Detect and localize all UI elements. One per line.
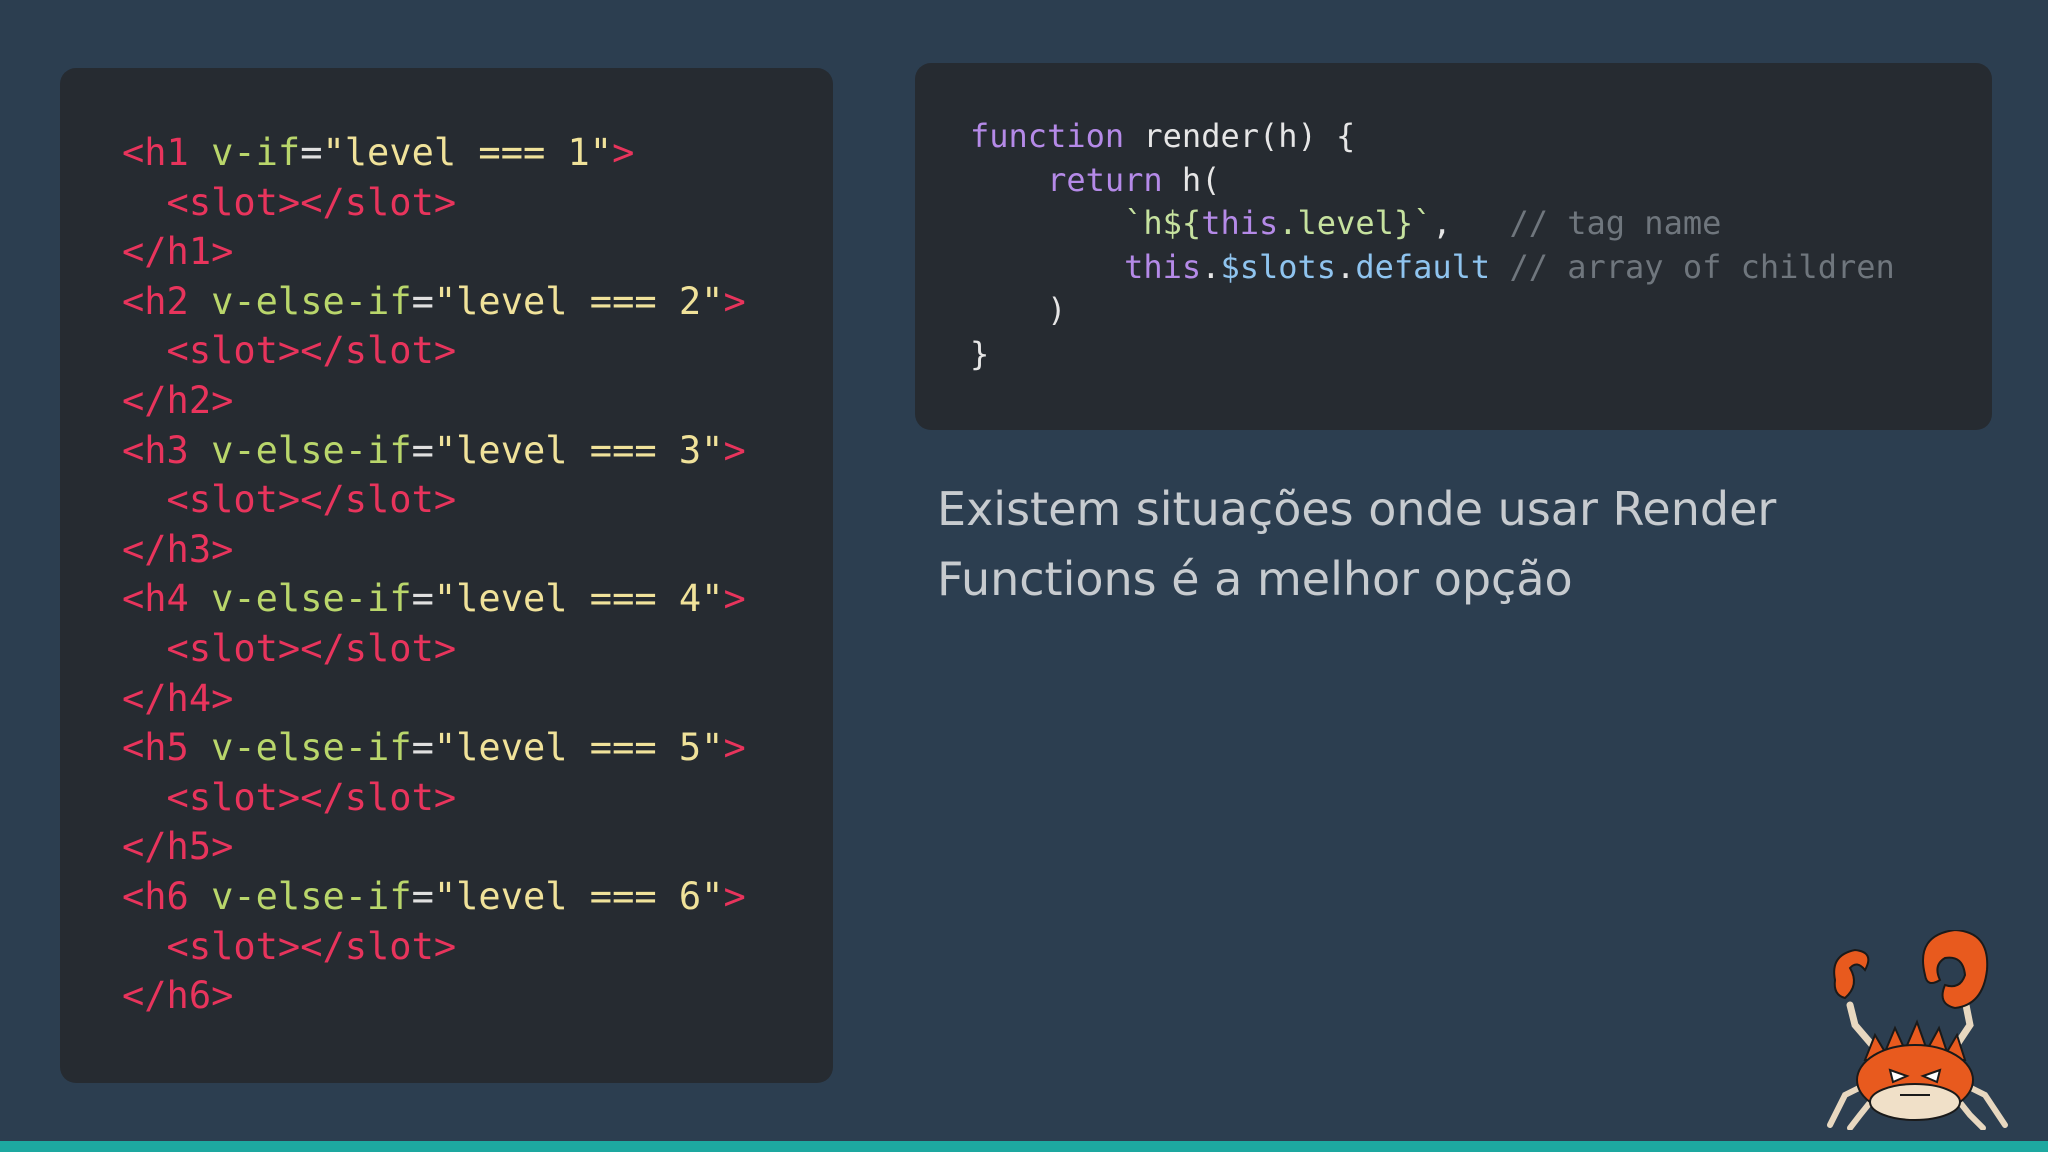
bottom-accent-bar	[0, 1141, 2048, 1152]
code-token: <slot></slot>	[122, 924, 457, 968]
code-line: </h2>	[122, 376, 746, 426]
code-token: <slot></slot>	[122, 775, 457, 819]
code-token: v-else-if	[211, 577, 412, 621]
description-line-1: Existem situações onde usar Render	[937, 482, 1777, 536]
code-token: </h3>	[122, 527, 234, 571]
code-line: <h4 v-else-if="level === 4">	[122, 574, 746, 624]
code-token: =	[411, 726, 434, 770]
code-token: <h3	[122, 428, 212, 472]
code-token: $slots	[1220, 247, 1337, 286]
code-token: </h4>	[122, 676, 234, 720]
code-line: </h5>	[122, 822, 746, 872]
code-token: v-else-if	[211, 726, 412, 770]
code-token: <h5	[122, 726, 212, 770]
code-token: // tag name	[1509, 204, 1722, 242]
render-function-code-panel: function render(h) { return h( `h${this.…	[915, 63, 1992, 430]
code-token: v-else-if	[211, 279, 412, 323]
code-token: v-if	[211, 131, 301, 174]
code-token: <slot></slot>	[122, 180, 457, 224]
code-line: <h6 v-else-if="level === 6">	[122, 872, 746, 922]
code-token: >	[723, 874, 746, 918]
code-token: >	[723, 726, 746, 770]
code-token: <slot></slot>	[122, 329, 457, 373]
code-line: </h4>	[122, 674, 746, 724]
code-line: <slot></slot>	[122, 178, 746, 228]
code-token: function	[970, 117, 1125, 155]
template-code-block: <h1 v-if="level === 1"> <slot></slot> </h…	[122, 128, 746, 1021]
code-line: `h${this.level}`, // tag name	[970, 202, 1895, 246]
code-token: "level === 6"	[433, 874, 724, 918]
code-line: )	[970, 289, 1895, 333]
code-line: <slot></slot>	[122, 773, 746, 823]
code-token: v-else-if	[211, 428, 412, 472]
code-token: <h6	[122, 874, 212, 918]
code-line: return h(	[970, 159, 1895, 203]
code-token: // array of children	[1509, 247, 1895, 286]
code-token: "level === 3"	[433, 428, 724, 472]
code-token: >	[723, 428, 746, 472]
code-token: <h1	[122, 131, 212, 174]
slide-description: Existem situações onde usar Render Funct…	[937, 474, 1887, 614]
code-token: h(	[1162, 160, 1221, 199]
code-token: ,	[1432, 204, 1510, 242]
code-token: this	[1124, 247, 1202, 286]
code-line: </h1>	[122, 227, 746, 277]
code-token: <h2	[122, 279, 212, 323]
code-line: <h5 v-else-if="level === 5">	[122, 723, 746, 773]
template-code-panel: <h1 v-if="level === 1"> <slot></slot> </h…	[60, 68, 833, 1083]
code-token: =	[411, 428, 434, 472]
code-line: this.$slots.default // array of children	[970, 246, 1895, 290]
code-token: .	[1201, 247, 1221, 286]
code-token: v-else-if	[211, 874, 412, 918]
code-token: =	[411, 279, 434, 323]
description-line-2: Functions é a melhor opção	[937, 552, 1573, 606]
code-token: return	[970, 160, 1163, 199]
code-token: <h4	[122, 577, 212, 621]
code-token: "level === 5"	[433, 726, 724, 770]
code-token: >	[612, 131, 635, 174]
code-token: </h1>	[122, 230, 234, 274]
code-line: <slot></slot>	[122, 326, 746, 376]
code-token: }`	[1393, 204, 1433, 242]
code-token: =	[300, 131, 323, 174]
crab-mascot-icon	[1827, 930, 2008, 1130]
code-line: function render(h) {	[970, 115, 1895, 159]
code-line: <h2 v-else-if="level === 2">	[122, 277, 746, 327]
code-token: .	[1336, 247, 1356, 286]
code-token: render(h) {	[1124, 117, 1356, 155]
code-token: default	[1355, 247, 1491, 286]
code-token: this	[1201, 204, 1279, 242]
code-token: "level === 1"	[322, 131, 613, 174]
code-token: )	[970, 291, 1067, 329]
code-line: <h1 v-if="level === 1">	[122, 128, 746, 178]
code-line: <slot></slot>	[122, 922, 746, 972]
code-line: </h3>	[122, 525, 746, 575]
code-token: </h5>	[122, 825, 234, 869]
code-token: <slot></slot>	[122, 626, 457, 670]
code-line: <h3 v-else-if="level === 3">	[122, 426, 746, 476]
code-token: }	[970, 334, 990, 373]
code-line: </h6>	[122, 971, 746, 1021]
code-token: >	[723, 577, 746, 621]
code-token: =	[411, 874, 434, 918]
render-function-code-block: function render(h) { return h( `h${this.…	[970, 115, 1895, 376]
code-token: </h6>	[122, 974, 234, 1018]
code-token: >	[723, 279, 746, 323]
code-token: "level === 2"	[433, 279, 724, 323]
code-line: <slot></slot>	[122, 624, 746, 674]
code-line: }	[970, 333, 1895, 377]
code-token: "level === 4"	[433, 577, 724, 621]
code-token: `h${	[970, 204, 1202, 242]
code-token: =	[411, 577, 434, 621]
code-token: </h2>	[122, 378, 234, 422]
code-token: .level	[1278, 204, 1394, 242]
code-line: <slot></slot>	[122, 475, 746, 525]
code-token: <slot></slot>	[122, 478, 457, 522]
